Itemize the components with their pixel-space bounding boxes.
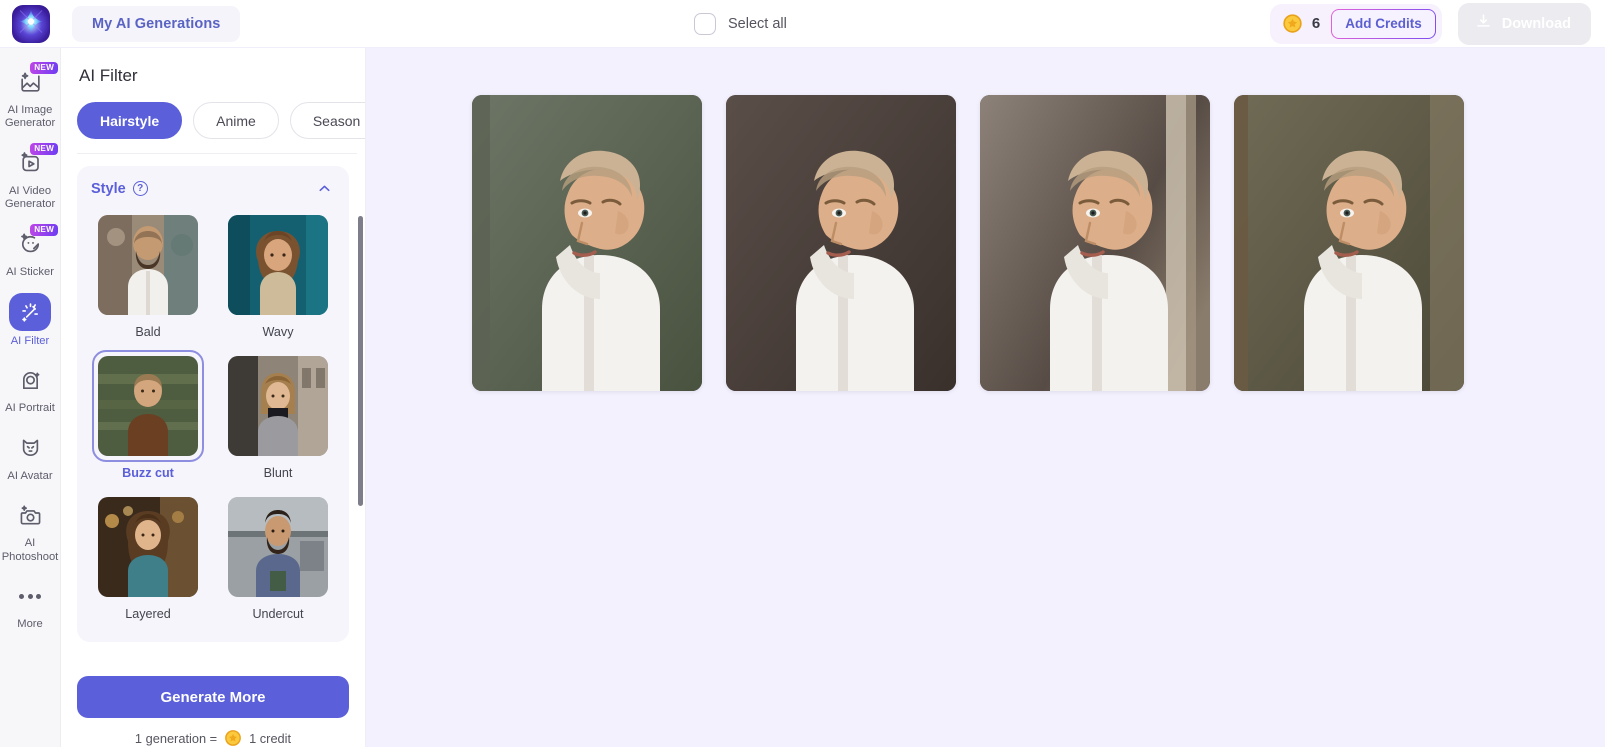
new-badge: NEW [30,142,58,156]
my-ai-generations-label: My AI Generations [92,15,221,32]
download-button[interactable]: Download [1457,2,1591,45]
result-image-1[interactable] [472,95,702,391]
sidebar-item-ai-sticker[interactable]: NEW AI Sticker [0,220,60,287]
top-bar: My AI Generations Select all 6 Add Credi… [0,0,1605,48]
chevron-up-icon[interactable] [316,180,333,197]
style-option-buzz-cut[interactable]: Buzz cut [89,350,207,489]
sidebar-rail: NEW AI Image Generator NEW AI Video Gene… [0,48,61,747]
results-row [366,48,1605,391]
tab-season[interactable]: Season [289,102,365,139]
style-thumbnail [98,215,198,315]
credit-note-prefix: 1 generation = [134,730,218,746]
sidebar-item-label: AI Sticker [6,265,54,278]
camera-sparkle-icon [10,497,50,533]
tab-anime[interactable]: Anime [193,102,279,139]
style-option-label: Bald [135,325,161,339]
magic-wand-sparkle-icon [9,293,51,332]
sidebar-item-label: AI Avatar [7,469,53,482]
select-all-control[interactable]: Select all [694,12,787,35]
avatar-cat-icon [10,430,50,466]
sidebar-item-ai-avatar[interactable]: AI Avatar [0,424,60,491]
style-option-undercut[interactable]: Undercut [219,491,337,630]
results-canvas [366,48,1605,747]
style-thumbnail [228,497,328,597]
sidebar-item-label: AI Portrait [5,402,55,415]
style-section: Style ? Bald Wavy Buzz cut Blunt Layered… [77,166,349,642]
style-option-layered[interactable]: Layered [89,491,207,630]
question-mark-icon[interactable]: ? [132,181,148,196]
select-all-label: Select all [728,15,787,32]
new-badge: NEW [30,223,58,236]
sidebar-item-ai-image-generator[interactable]: NEW AI Image Generator [0,58,60,139]
generate-more-label: Generate More [160,688,266,706]
credit-note: 1 generation = 1 credit [77,729,349,747]
ai-filter-panel: AI Filter Hairstyle Anime Season Style ?… [61,48,366,747]
select-all-checkbox[interactable] [694,12,716,35]
tab-label: Anime [216,112,256,129]
coin-icon [1282,13,1303,34]
sidebar-item-ai-filter[interactable]: AI Filter [0,287,60,356]
app-logo[interactable] [12,4,50,43]
sidebar-item-label: AI Photoshoot [1,537,59,563]
panel-scroll-area: Style ? Bald Wavy Buzz cut Blunt Layered… [61,154,365,668]
new-badge: NEW [30,62,58,75]
sidebar-item-label: More [17,618,43,631]
sidebar-item-ai-portrait[interactable]: AI Portrait [0,356,60,423]
tab-label: Season [312,112,361,129]
image-sparkle-icon: NEW [10,62,58,100]
style-option-label: Layered [125,607,171,621]
style-option-bald[interactable]: Bald [89,209,207,348]
style-thumbnail [98,356,198,456]
coin-icon [224,729,242,747]
sticker-smiley-icon: NEW [10,223,58,262]
body: NEW AI Image Generator NEW AI Video Gene… [0,48,1605,747]
tab-label: Hairstyle [100,112,160,129]
result-image-4[interactable] [1234,95,1464,391]
more-dots-icon [10,578,50,614]
sidebar-item-more[interactable]: More [0,572,60,639]
sidebar-item-label: AI Video Generator [4,184,56,211]
style-option-label: Buzz cut [122,466,174,480]
tab-hairstyle[interactable]: Hairstyle [77,102,183,139]
style-thumbnail [228,356,328,456]
top-bar-right: 6 Add Credits Download [1269,2,1605,45]
style-option-label: Wavy [262,325,294,339]
style-option-wavy[interactable]: Wavy [219,209,337,348]
style-thumbnail [98,497,198,597]
panel-scrollbar[interactable] [358,216,363,506]
add-credits-label: Add Credits [1345,16,1422,31]
credit-count: 6 [1311,15,1321,32]
download-label: Download [1501,15,1571,32]
style-option-label: Undercut [252,607,304,621]
sidebar-item-label: AI Filter [10,335,50,348]
style-section-header[interactable]: Style ? [89,180,337,197]
my-ai-generations-button[interactable]: My AI Generations [72,5,241,42]
portrait-frame-icon [10,362,50,398]
sidebar-item-ai-photoshoot[interactable]: AI Photoshoot [0,491,60,572]
download-icon [1474,12,1493,35]
result-image-2[interactable] [726,95,956,391]
credit-note-suffix: 1 credit [249,730,292,746]
style-grid: Bald Wavy Buzz cut Blunt Layered Undercu… [89,209,337,630]
panel-footer: Generate More 1 generation = 1 credit [61,668,365,747]
style-option-label: Blunt [263,466,293,480]
app-root: My AI Generations Select all 6 Add Credi… [0,0,1605,747]
filter-tabs: Hairstyle Anime Season [61,86,365,139]
sidebar-item-label: AI Image Generator [4,104,56,130]
add-credits-button[interactable]: Add Credits [1331,9,1436,39]
credits-pill: 6 Add Credits [1269,3,1442,44]
generate-more-button[interactable]: Generate More [77,676,349,718]
result-image-3[interactable] [980,95,1210,391]
style-option-blunt[interactable]: Blunt [219,350,337,489]
starburst-logo-icon [16,6,46,41]
style-thumbnail [228,215,328,315]
style-section-title: Style [91,180,126,197]
video-play-sparkle-icon: NEW [10,142,58,181]
page-title: AI Filter [79,66,138,85]
sidebar-item-ai-video-generator[interactable]: NEW AI Video Generator [0,139,60,220]
